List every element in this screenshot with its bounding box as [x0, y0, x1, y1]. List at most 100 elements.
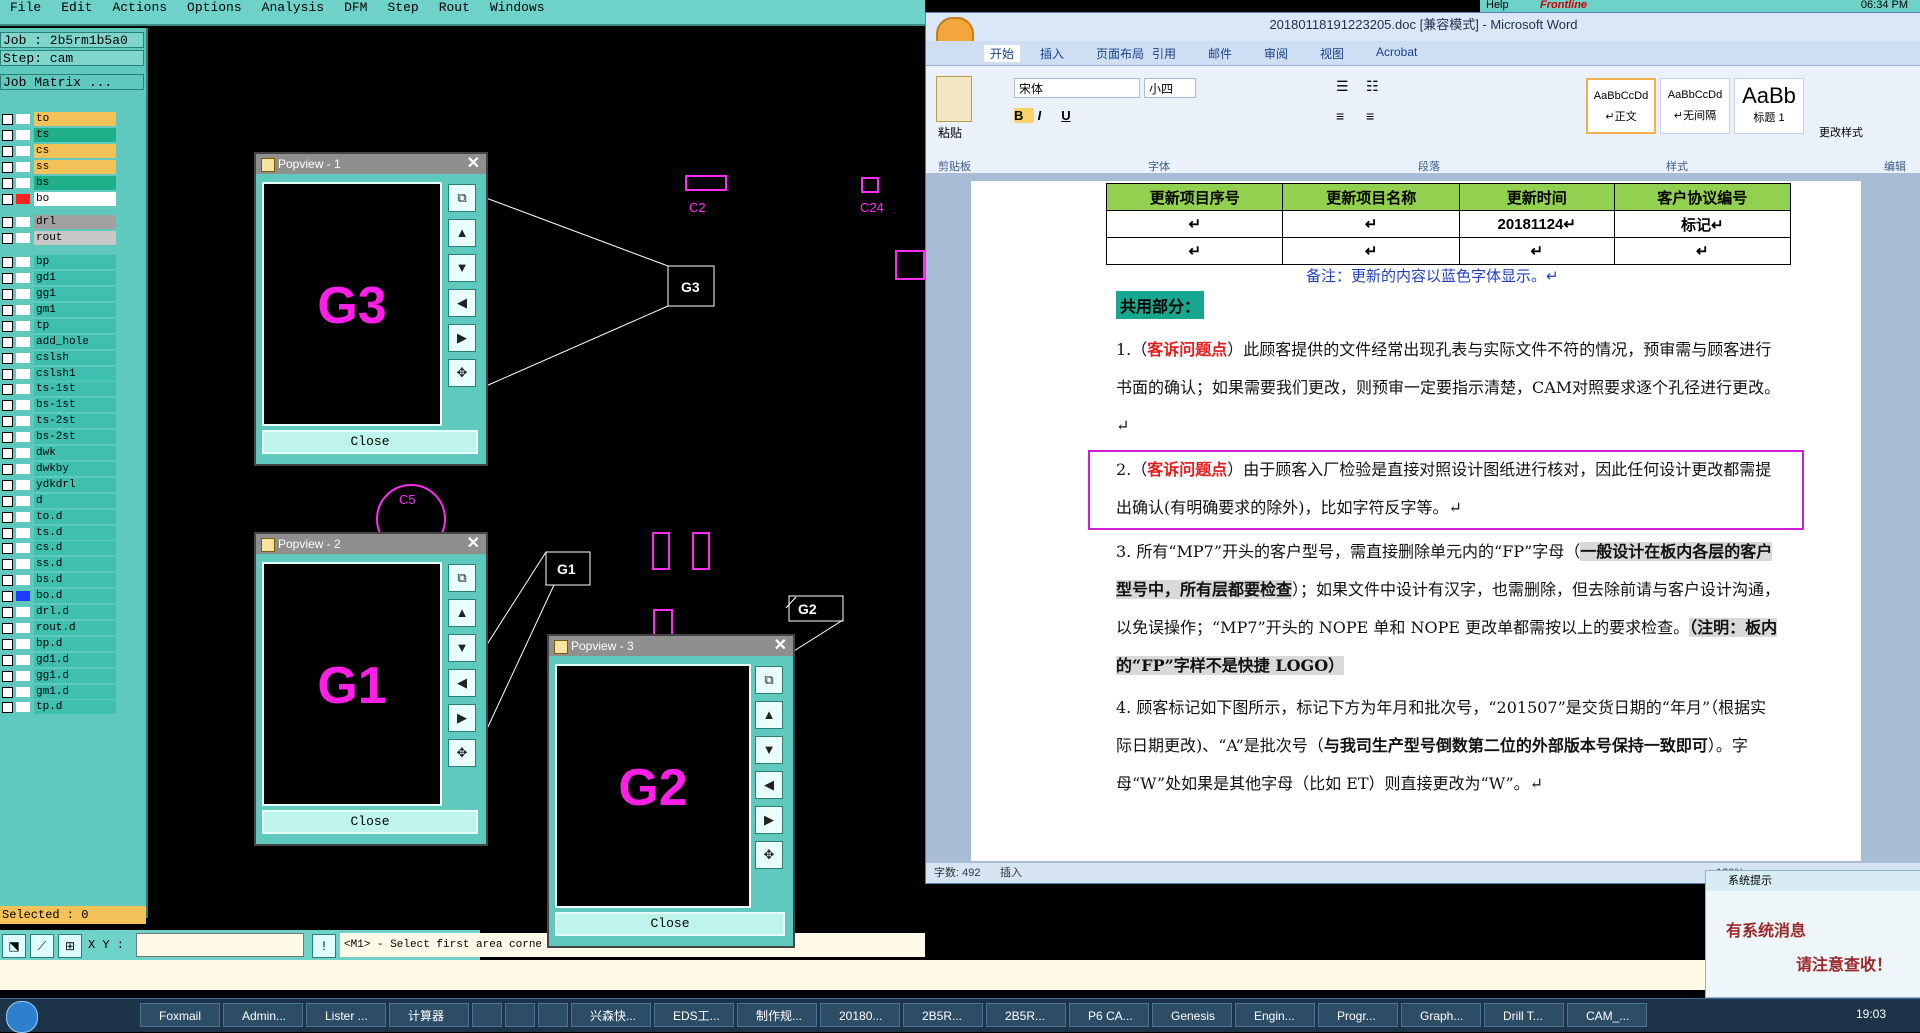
layer-name[interactable]: cs.d	[34, 541, 116, 556]
pan-right-icon[interactable]: ▶	[755, 806, 783, 834]
pan-right-icon[interactable]: ▶	[448, 324, 476, 352]
layer-name[interactable]: ts.d	[34, 525, 116, 540]
layer-color-swatch[interactable]	[16, 416, 30, 427]
layer-color-swatch[interactable]	[16, 400, 30, 411]
layer-checkbox[interactable]	[2, 463, 13, 475]
layer-name[interactable]: cslsh	[34, 350, 116, 365]
layer-color-swatch[interactable]	[16, 432, 30, 443]
layer-row[interactable]: dwkby	[2, 461, 116, 476]
layer-checkbox[interactable]	[2, 575, 13, 587]
taskbar-item[interactable]: Genesis	[1152, 1003, 1232, 1027]
layer-row[interactable]: ydkdrl	[2, 477, 116, 492]
taskbar-item[interactable]: 制作规...	[737, 1003, 817, 1027]
layer-checkbox[interactable]	[2, 217, 13, 229]
layer-color-swatch[interactable]	[16, 591, 30, 602]
layer-row[interactable]: bs-2st	[2, 430, 116, 445]
menu-item[interactable]: Actions	[112, 1, 167, 14]
layer-name[interactable]: ydkdrl	[34, 477, 116, 492]
fit-icon[interactable]: ⧉	[755, 666, 783, 694]
table-cell[interactable]: 20181124↵	[1458, 210, 1615, 238]
layer-checkbox[interactable]	[2, 686, 13, 698]
layer-name[interactable]: tp	[34, 318, 116, 333]
layer-checkbox[interactable]	[2, 289, 13, 300]
layer-color-swatch[interactable]	[16, 114, 30, 124]
layer-name[interactable]: bs.d	[34, 573, 116, 588]
fit-icon[interactable]: ⧉	[448, 564, 476, 592]
taskbar-item[interactable]: Graph...	[1401, 1003, 1481, 1027]
layer-name[interactable]: drl.d	[34, 605, 116, 619]
layer-name[interactable]: bs-1st	[34, 398, 116, 413]
taskbar-item[interactable]: P6 CA...	[1069, 1003, 1149, 1027]
layer-checkbox[interactable]	[2, 273, 13, 285]
insert-mode[interactable]: 插入	[1000, 863, 1022, 883]
layer-color-swatch[interactable]	[16, 527, 30, 538]
layer-color-swatch[interactable]	[16, 638, 30, 649]
layer-name[interactable]: add_hole	[34, 334, 116, 349]
layer-color-swatch[interactable]	[16, 511, 30, 522]
popview-close-button[interactable]: Close	[262, 430, 478, 454]
layer-checkbox[interactable]	[2, 607, 13, 618]
job-matrix-button[interactable]: Job Matrix ...	[0, 74, 144, 90]
layer-checkbox[interactable]	[2, 352, 13, 364]
layer-row[interactable]: dwk	[2, 446, 116, 460]
numbering-icon[interactable]: ☷	[1366, 78, 1379, 95]
ribbon-tab[interactable]: 引用	[1152, 45, 1176, 62]
taskbar-item[interactable]: 20180...	[820, 1003, 900, 1027]
snap-tool-icon[interactable]: !	[312, 934, 336, 958]
layer-name[interactable]: bs-2st	[34, 430, 116, 445]
popview-canvas[interactable]: G2	[555, 664, 751, 908]
layer-name[interactable]: bp	[34, 255, 116, 270]
table-cell[interactable]: ↵	[1458, 237, 1615, 265]
layer-checkbox[interactable]	[2, 400, 13, 412]
layer-row[interactable]: gd1.d	[2, 652, 116, 667]
pan-down-icon[interactable]: ▼	[448, 254, 476, 282]
popview-2[interactable]: Popview - 2 ✕ G1 ⧉ ▲ ▼ ◀ ▶ ✥ Close	[254, 532, 488, 846]
layer-name[interactable]: gd1	[34, 271, 116, 286]
center-icon[interactable]: ≡	[1366, 108, 1374, 124]
layer-checkbox[interactable]	[2, 129, 13, 141]
layer-color-swatch[interactable]	[16, 336, 30, 347]
layer-name[interactable]: ts-2st	[34, 414, 116, 429]
ribbon-tab[interactable]: 开始	[984, 45, 1021, 62]
layer-color-swatch[interactable]	[16, 543, 30, 554]
taskbar-item[interactable]: Lister ...	[306, 1003, 386, 1027]
layer-row[interactable]: ts-2st	[2, 414, 116, 429]
layer-checkbox[interactable]	[2, 479, 13, 491]
pan-left-icon[interactable]: ◀	[755, 771, 783, 799]
layer-checkbox[interactable]	[2, 384, 13, 396]
layer-color-swatch[interactable]	[16, 622, 30, 633]
start-button-icon[interactable]	[6, 1001, 38, 1033]
taskbar-item[interactable]: Admin...	[223, 1003, 303, 1027]
layer-name[interactable]: dwk	[34, 446, 116, 460]
layer-row[interactable]: d	[2, 493, 116, 508]
layer-row[interactable]: gg1.d	[2, 668, 116, 683]
layer-name[interactable]: ts-1st	[34, 382, 116, 397]
layer-name[interactable]: d	[34, 493, 116, 508]
layer-name[interactable]: cs	[34, 143, 116, 158]
ribbon-tab[interactable]: 审阅	[1264, 45, 1288, 62]
layer-color-swatch[interactable]	[16, 177, 30, 188]
layer-row[interactable]: cslsh	[2, 350, 116, 365]
layer-name[interactable]: cslsh1	[34, 366, 116, 381]
taskbar-item[interactable]: 2B5R...	[903, 1003, 983, 1027]
layer-color-swatch[interactable]	[16, 384, 30, 395]
menu-item[interactable]: Edit	[61, 1, 92, 14]
layer-row[interactable]: rout	[2, 231, 116, 246]
table-cell[interactable]: ↵	[1105, 237, 1284, 265]
menu-item[interactable]: Analysis	[262, 1, 324, 14]
layer-checkbox[interactable]	[2, 304, 13, 316]
layer-checkbox[interactable]	[2, 161, 13, 173]
layer-name[interactable]: bp.d	[34, 636, 116, 651]
layer-name[interactable]: dwkby	[34, 461, 116, 476]
layer-checkbox[interactable]	[2, 559, 13, 571]
layer-row[interactable]: ts-1st	[2, 382, 116, 397]
layer-color-swatch[interactable]	[16, 289, 30, 299]
layer-color-swatch[interactable]	[16, 233, 30, 244]
popview-canvas[interactable]: G3	[262, 182, 442, 426]
layer-checkbox[interactable]	[2, 670, 13, 682]
xy-input[interactable]	[136, 933, 304, 957]
pan-left-icon[interactable]: ◀	[448, 669, 476, 697]
help-menu[interactable]: Help	[1486, 0, 1509, 11]
popview-3[interactable]: Popview - 3 ✕ G2 ⧉ ▲ ▼ ◀ ▶ ✥ Close	[547, 634, 795, 948]
pan-down-icon[interactable]: ▼	[755, 736, 783, 764]
